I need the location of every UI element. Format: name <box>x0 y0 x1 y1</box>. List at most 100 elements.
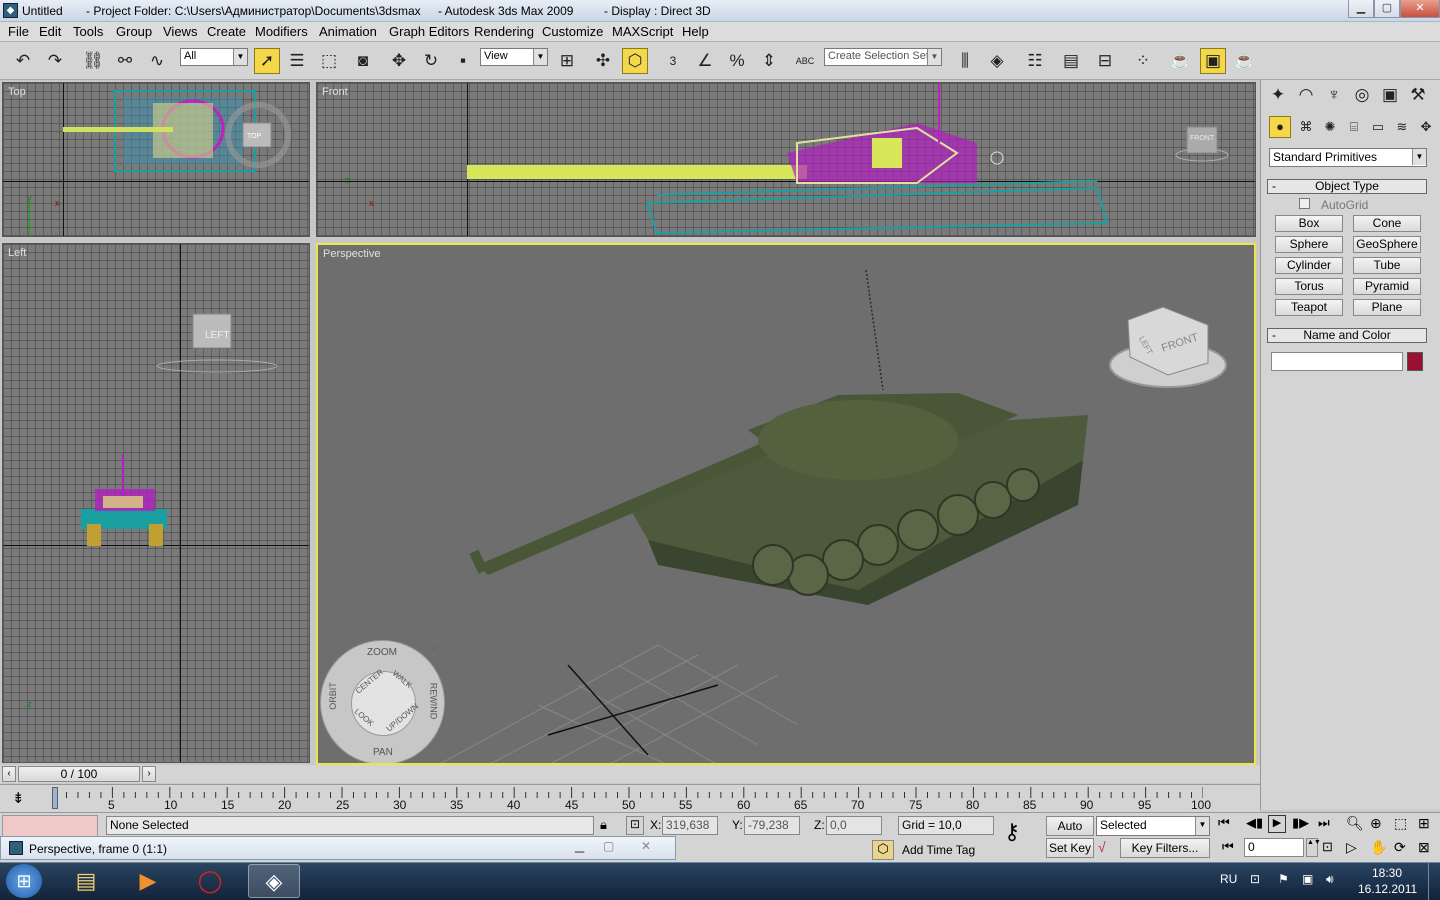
menu-maxscript[interactable]: MAXScript <box>612 24 673 39</box>
angle-snap-icon[interactable]: ∠ <box>692 48 718 74</box>
select-by-name-icon[interactable]: ☰ <box>284 48 310 74</box>
mini-curve-editor-icon[interactable]: ⇟ <box>12 789 25 807</box>
goto-start-icon[interactable]: ⏮ <box>1218 815 1230 831</box>
menu-help[interactable]: Help <box>682 24 709 39</box>
menu-tools[interactable]: Tools <box>73 24 103 39</box>
orbit-icon[interactable]: ⟳ <box>1394 839 1406 856</box>
menu-graph-editors[interactable]: Graph Editors <box>389 24 469 39</box>
app-icon[interactable]: ◆ <box>3 3 18 18</box>
z-coordinate-field[interactable]: 0,0 <box>826 816 882 835</box>
add-time-tag[interactable]: Add Time Tag <box>902 843 975 857</box>
viewport-front[interactable]: Front FRONT z x <box>316 82 1256 237</box>
time-config-icon[interactable]: ⊡ <box>1322 839 1333 855</box>
plane-button[interactable]: Plane <box>1353 299 1421 316</box>
viewcube-top-label[interactable]: TOP <box>247 133 261 140</box>
quick-render-icon[interactable]: ☕ <box>1232 48 1258 74</box>
rollout-object-type[interactable]: - Object Type <box>1267 179 1427 194</box>
wheel-pan[interactable]: PAN <box>373 747 393 758</box>
action-center-icon[interactable]: ⚑ <box>1278 872 1289 886</box>
rendered-frame-window-icon[interactable]: ▣ <box>1200 48 1226 74</box>
viewcube-front-label[interactable]: FRONT <box>1190 135 1214 142</box>
layer-manager-icon[interactable]: ☷ <box>1022 48 1048 74</box>
menu-modifiers[interactable]: Modifiers <box>255 24 308 39</box>
material-editor-icon[interactable]: ⁘ <box>1130 48 1156 74</box>
undo-icon[interactable]: ↶ <box>10 48 36 74</box>
percent-snap-icon[interactable]: % <box>724 48 750 74</box>
viewcube-left-label[interactable]: LEFT <box>205 330 229 341</box>
torus-button[interactable]: Torus <box>1275 278 1343 295</box>
bind-space-warp-icon[interactable]: ∿ <box>144 48 170 74</box>
menu-edit[interactable]: Edit <box>39 24 61 39</box>
teapot-button[interactable]: Teapot <box>1275 299 1343 316</box>
set-key-button[interactable]: Set Key <box>1046 838 1094 858</box>
selection-filter-dropdown[interactable]: All ▼ <box>180 48 248 66</box>
align-icon[interactable]: ◈ <box>984 48 1010 74</box>
time-slider-thumb[interactable]: 0 / 100 <box>18 766 140 782</box>
opera-taskbar-icon[interactable]: ◯ <box>184 864 236 898</box>
hierarchy-tab-icon[interactable]: ♆ <box>1321 82 1347 108</box>
language-indicator[interactable]: RU <box>1220 872 1237 886</box>
key-filters-button[interactable]: Key Filters... <box>1120 838 1210 858</box>
mirror-icon[interactable]: ⫼ <box>952 48 978 74</box>
named-selection-set-input[interactable]: Create Selection Set ▼ <box>824 48 942 66</box>
network-icon[interactable]: ▣ <box>1302 872 1313 886</box>
category-dropdown[interactable]: Standard Primitives ▼ <box>1269 148 1427 167</box>
auto-key-button[interactable]: Auto Key <box>1046 816 1094 851</box>
maximize-viewport-icon[interactable]: ⊠ <box>1418 839 1430 856</box>
menu-animation[interactable]: Animation <box>319 24 377 39</box>
select-link-icon[interactable]: ⛓ <box>80 48 106 74</box>
unlink-icon[interactable]: ⚯ <box>112 48 138 74</box>
utilities-tab-icon[interactable]: ⚒ <box>1405 82 1431 108</box>
move-icon[interactable]: ✥ <box>386 48 412 74</box>
helpers-icon[interactable]: ▭ <box>1367 116 1389 138</box>
snap-toggle-icon[interactable]: 3 <box>660 48 686 74</box>
popup-minimize-icon[interactable]: ▁ <box>575 839 584 853</box>
volume-icon[interactable]: 🔊︎ <box>1326 872 1334 887</box>
key-mode-dropdown[interactable]: Selected ▼ <box>1096 816 1210 836</box>
key-icon[interactable]: ⚷ <box>1004 821 1020 843</box>
keyboard-shortcut-icon[interactable]: ⬡ <box>622 48 648 74</box>
scale-icon[interactable]: ▪ <box>450 48 476 74</box>
zoom-extents-all-icon[interactable]: ⊞ <box>1418 815 1430 832</box>
tray-icon[interactable]: ⊡ <box>1250 872 1260 886</box>
maximize-button[interactable]: ▢ <box>1374 0 1400 18</box>
menu-file[interactable]: File <box>8 24 29 39</box>
menu-group[interactable]: Group <box>116 24 152 39</box>
wheel-rewind[interactable]: REWIND <box>428 683 438 720</box>
modify-tab-icon[interactable]: ◠ <box>1293 82 1319 108</box>
rect-selection-icon[interactable]: ⬚ <box>316 48 342 74</box>
object-color-swatch[interactable] <box>1407 352 1423 371</box>
display-tab-icon[interactable]: ▣ <box>1377 82 1403 108</box>
maxscript-listener[interactable] <box>2 815 98 837</box>
lock-icon[interactable]: 🔒︎ <box>600 817 607 833</box>
object-name-input[interactable] <box>1271 352 1403 371</box>
pyramid-button[interactable]: Pyramid <box>1353 278 1421 295</box>
show-desktop-button[interactable] <box>1428 862 1440 900</box>
tube-button[interactable]: Tube <box>1353 257 1421 274</box>
time-prev-icon[interactable]: ‹ <box>2 766 16 782</box>
popup-close-icon[interactable]: ✕ <box>641 839 651 853</box>
geosphere-button[interactable]: GeoSphere <box>1353 236 1421 253</box>
shapes-icon[interactable]: ⌘ <box>1295 116 1317 138</box>
popup-maximize-icon[interactable]: ▢ <box>603 839 614 853</box>
systems-icon[interactable]: ✥ <box>1415 116 1437 138</box>
spacewarps-icon[interactable]: ≋ <box>1391 116 1413 138</box>
menu-rendering[interactable]: Rendering <box>474 24 534 39</box>
redo-icon[interactable]: ↷ <box>42 48 68 74</box>
absolute-mode-icon[interactable]: ⊡ <box>626 816 644 835</box>
wheel-zoom[interactable]: ZOOM <box>367 647 397 658</box>
box-button[interactable]: Box <box>1275 215 1343 232</box>
y-coordinate-field[interactable]: -79,238 <box>744 816 800 835</box>
minimize-button[interactable]: ▁ <box>1348 0 1374 18</box>
clock-time[interactable]: 18:30 <box>1372 866 1402 880</box>
schematic-view-icon[interactable]: ⊟ <box>1092 48 1118 74</box>
current-frame-field[interactable]: 0 <box>1244 838 1304 857</box>
key-mode-toggle-icon[interactable]: ⏮ <box>1222 839 1234 855</box>
close-button[interactable]: ✕ <box>1400 0 1440 18</box>
sphere-button[interactable]: Sphere <box>1275 236 1343 253</box>
select-object-icon[interactable]: ➚ <box>254 48 280 74</box>
select-manipulate-icon[interactable]: ✣ <box>590 48 616 74</box>
3dsmax-taskbar-icon[interactable]: ◈ <box>248 864 300 898</box>
goto-end-icon[interactable]: ⏭ <box>1318 815 1330 831</box>
media-player-taskbar-icon[interactable]: ▶ <box>122 864 174 898</box>
